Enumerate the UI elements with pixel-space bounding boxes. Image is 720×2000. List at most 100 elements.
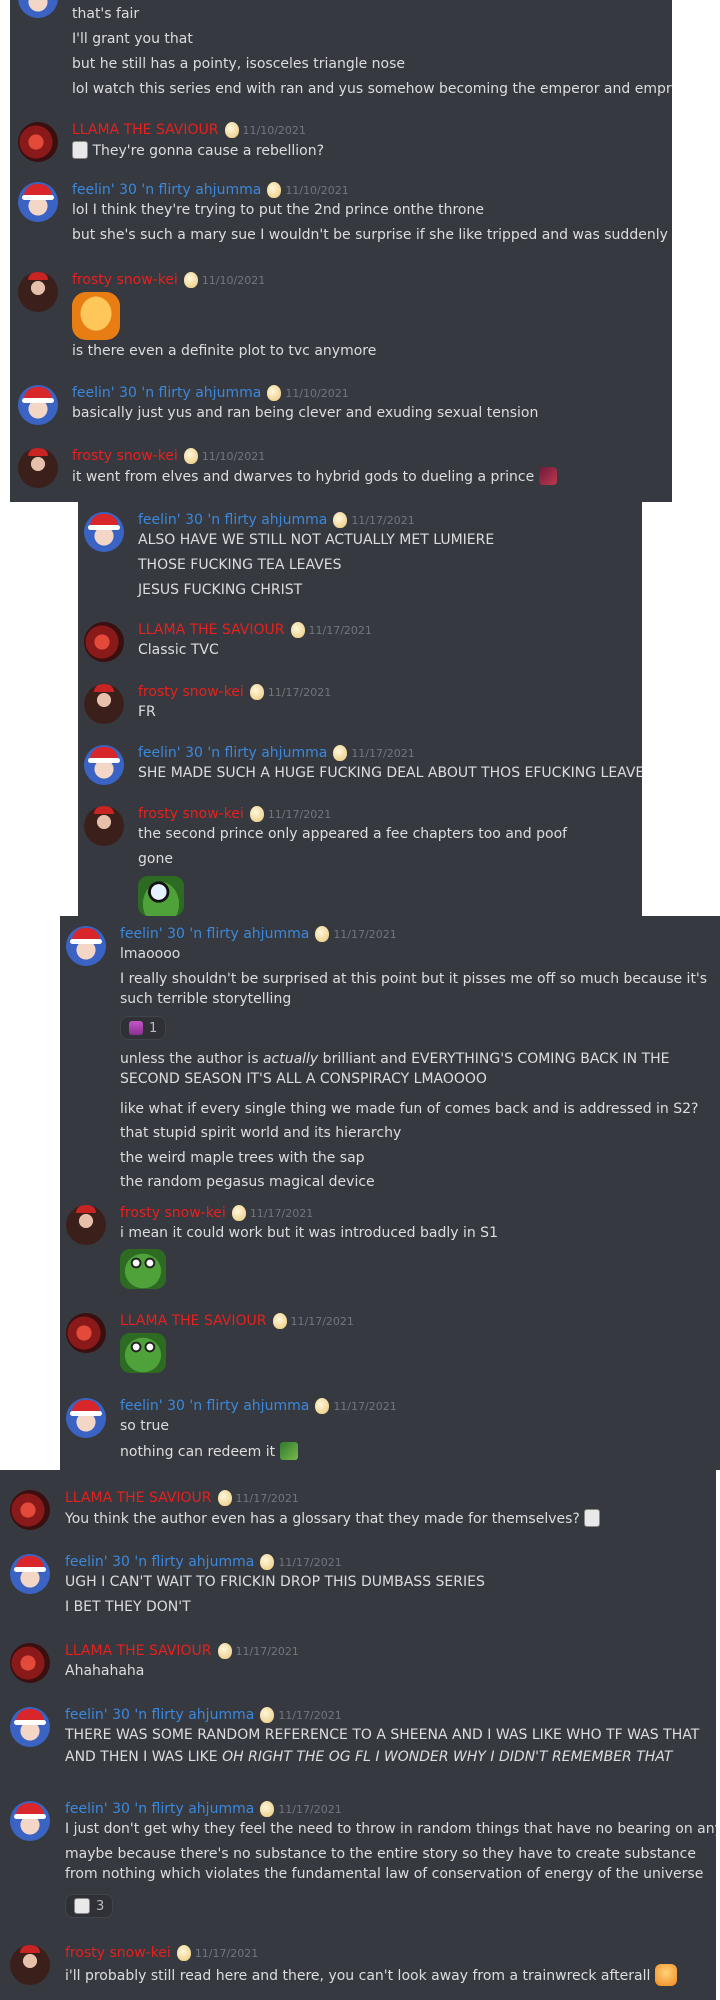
username[interactable]: frosty snow-kei	[72, 448, 178, 464]
avatar[interactable]	[18, 272, 58, 312]
username[interactable]: LLAMA THE SAVIOUR	[138, 622, 285, 638]
egg-role-icon	[315, 926, 330, 942]
message-text: that stupid spirit world and its hierarc…	[120, 1125, 402, 1141]
avatar[interactable]	[84, 745, 124, 785]
message-text: I really shouldn't be surprised at this …	[120, 971, 708, 1007]
egg-role-icon	[260, 1554, 275, 1570]
username[interactable]: feelin' 30 'n flirty ahjumma	[65, 1801, 254, 1817]
pepe-frog-emoji-icon	[120, 1333, 166, 1373]
timestamp: 11/17/2021	[351, 746, 415, 760]
timestamp: 11/17/2021	[267, 807, 332, 821]
face-emoji-icon	[584, 1509, 601, 1527]
avatar[interactable]	[10, 1801, 50, 1841]
reaction-this[interactable]: 1	[120, 1016, 167, 1040]
reaction-face[interactable]: 3	[65, 1894, 114, 1918]
timestamp: 11/17/2021	[235, 1644, 299, 1658]
magnifying-frog-emoji-icon	[138, 876, 184, 916]
username[interactable]: LLAMA THE SAVIOUR	[65, 1490, 212, 1506]
timestamp: 11/10/2021	[285, 183, 349, 197]
pancake-emoji-icon	[72, 292, 120, 340]
avatar[interactable]	[84, 622, 124, 662]
avatar[interactable]	[18, 182, 58, 222]
chat-panel-2: feelin' 30 'n flirty ahjumma 11/17/2021 …	[78, 502, 642, 916]
username[interactable]: frosty snow-kei	[138, 684, 244, 700]
egg-role-icon	[333, 745, 348, 761]
avatar[interactable]	[18, 385, 58, 425]
username[interactable]: frosty snow-kei	[138, 806, 244, 822]
avatar[interactable]	[66, 926, 106, 966]
username[interactable]: frosty snow-kei	[72, 272, 178, 288]
chat-panel-1: that's fair I'll grant you that but he s…	[10, 0, 672, 502]
avatar[interactable]	[10, 1945, 50, 1985]
message-text: Ahahahaha	[65, 1663, 145, 1679]
message-text: it went from elves and dwarves to hybrid…	[72, 469, 535, 485]
username[interactable]: LLAMA THE SAVIOUR	[72, 122, 219, 138]
timestamp: 11/17/2021	[194, 1946, 259, 1960]
avatar[interactable]	[10, 1490, 50, 1530]
egg-role-icon	[217, 1490, 232, 1506]
avatar[interactable]	[84, 512, 124, 552]
timestamp: 11/17/2021	[278, 1555, 342, 1569]
message-text: You think the author even has a glossary…	[65, 1511, 580, 1527]
message-text: the second prince only appeared a fee ch…	[138, 826, 568, 842]
egg-role-icon	[290, 622, 305, 638]
username[interactable]: feelin' 30 'n flirty ahjumma	[138, 745, 327, 761]
message-text: THOSE FUCKING TEA LEAVES	[138, 557, 342, 573]
message-text: that's fair	[72, 6, 140, 22]
message-text: nothing can redeem it	[120, 1444, 276, 1460]
egg-role-icon	[272, 1313, 287, 1329]
message-text: like what if every single thing we made …	[120, 1101, 699, 1117]
avatar[interactable]	[10, 1643, 50, 1683]
username[interactable]: feelin' 30 'n flirty ahjumma	[120, 926, 309, 942]
timestamp: 11/17/2021	[278, 1802, 342, 1816]
pepe-frog-emoji-icon	[120, 1249, 166, 1289]
message-text: lol I think they're trying to put the 2n…	[72, 202, 484, 218]
timestamp: 11/17/2021	[308, 623, 372, 637]
timestamp: 11/10/2021	[201, 273, 266, 287]
timestamp: 11/17/2021	[267, 685, 332, 699]
username[interactable]: feelin' 30 'n flirty ahjumma	[120, 1398, 309, 1414]
avatar[interactable]	[84, 684, 124, 724]
message-text: AND THEN I WAS LIKE OH RIGHT THE OG FL I…	[65, 1748, 672, 1766]
avatar[interactable]	[18, 448, 58, 488]
timestamp: 11/10/2021	[242, 123, 306, 137]
message-text: ALSO HAVE WE STILL NOT ACTUALLY MET LUMI…	[138, 532, 495, 548]
username[interactable]: feelin' 30 'n flirty ahjumma	[65, 1707, 254, 1723]
username[interactable]: feelin' 30 'n flirty ahjumma	[72, 182, 261, 198]
timestamp: 11/10/2021	[285, 386, 349, 400]
avatar[interactable]	[10, 1707, 50, 1747]
italic-text: actually	[262, 1051, 319, 1067]
timestamp: 11/17/2021	[351, 513, 415, 527]
avatar[interactable]	[84, 806, 124, 846]
avatar[interactable]	[18, 0, 58, 18]
egg-role-icon	[183, 272, 198, 288]
username[interactable]: feelin' 30 'n flirty ahjumma	[138, 512, 327, 528]
username[interactable]: feelin' 30 'n flirty ahjumma	[65, 1554, 254, 1570]
timestamp: 11/17/2021	[249, 1206, 314, 1220]
username[interactable]: LLAMA THE SAVIOUR	[65, 1643, 212, 1659]
message-text: unless the author is actually brilliant …	[120, 1049, 716, 1089]
egg-role-icon	[267, 182, 282, 198]
avatar[interactable]	[66, 1205, 106, 1245]
username[interactable]: LLAMA THE SAVIOUR	[120, 1313, 267, 1329]
this-reaction-icon	[129, 1021, 143, 1035]
avatar[interactable]	[66, 1313, 106, 1353]
message-text: Classic TVC	[138, 642, 219, 658]
username[interactable]: frosty snow-kei	[65, 1945, 171, 1961]
avatar[interactable]	[10, 1554, 50, 1594]
avatar[interactable]	[66, 1398, 106, 1438]
italic-text: OH RIGHT THE OG FL I WONDER WHY I DIDN'T…	[222, 1749, 673, 1765]
username[interactable]: frosty snow-kei	[120, 1205, 226, 1221]
message-text: lmaoooo	[120, 946, 181, 962]
message-text: basically just yus and ran being clever …	[72, 405, 539, 421]
avatar[interactable]	[18, 122, 58, 162]
message-text: THERE WAS SOME RANDOM REFERENCE TO A SHE…	[65, 1727, 700, 1743]
message-text: lol watch this series end with ran and y…	[72, 81, 672, 97]
egg-role-icon	[267, 385, 282, 401]
text-fragment: AND THEN I WAS LIKE	[65, 1749, 223, 1765]
timestamp: 11/17/2021	[290, 1314, 354, 1328]
username[interactable]: feelin' 30 'n flirty ahjumma	[72, 385, 261, 401]
timestamp: 11/17/2021	[333, 1399, 397, 1413]
message-text: the random pegasus magical device	[120, 1174, 375, 1190]
message-text: i mean it could work but it was introduc…	[120, 1225, 498, 1241]
